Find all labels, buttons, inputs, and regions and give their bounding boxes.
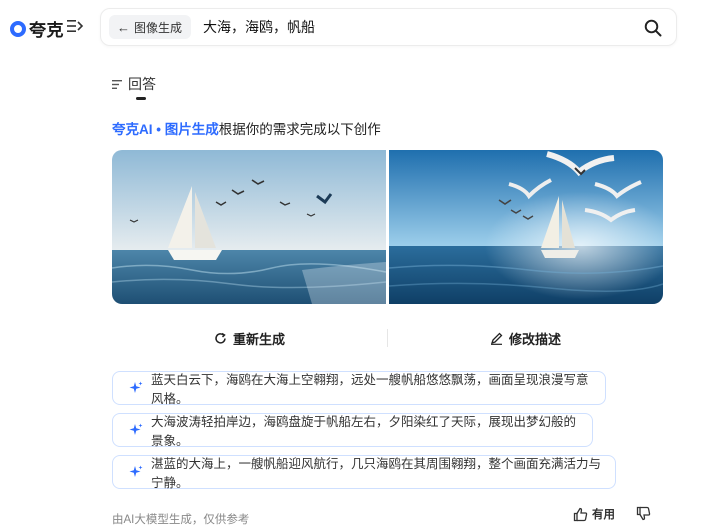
suggestion-text: 蓝天白云下，海鸥在大海上空翱翔，远处一艘帆船悠悠飘荡，画面呈现浪漫写意风格。: [151, 373, 589, 406]
intro-separator: •: [152, 122, 165, 137]
search-icon[interactable]: [644, 19, 662, 37]
image-actions: 重新生成 修改描述: [112, 321, 663, 355]
thumbs-down-icon: [636, 506, 651, 521]
search-bar[interactable]: ← 图像生成 大海，海鸥，帆船: [100, 8, 677, 46]
back-to-image-generation-button[interactable]: ← 图像生成: [109, 15, 192, 39]
sparkle-icon: [129, 381, 143, 393]
pencil-icon: [490, 332, 503, 345]
sparkle-icon: [129, 423, 143, 435]
sidebar-toggle-icon[interactable]: [67, 18, 85, 34]
list-icon: [112, 79, 122, 89]
ai-disclaimer: 由AI大模型生成，仅供参考: [112, 514, 250, 526]
intro-feature: 图片生成: [164, 122, 219, 137]
sparkle-icon: [129, 465, 143, 477]
edit-description-button[interactable]: 修改描述: [388, 321, 663, 355]
dislike-button[interactable]: [636, 506, 651, 521]
search-query-text[interactable]: 大海，海鸥，帆船: [203, 17, 315, 37]
like-button[interactable]: 有用: [573, 506, 615, 522]
tab-answer-label: 回答: [128, 76, 156, 92]
intro-brand: 夸克AI: [112, 122, 153, 137]
thumbs-up-icon: [573, 507, 588, 521]
intro-line: 夸克AI • 图片生成根据你的需求完成以下创作: [112, 118, 381, 138]
logo-text: 夸克: [29, 21, 64, 40]
regenerate-button[interactable]: 重新生成: [112, 321, 387, 355]
suggestion-item[interactable]: 大海波涛轻拍岸边，海鸥盘旋于帆船左右，夕阳染红了天际，展现出梦幻般的景象。: [112, 413, 593, 448]
tab-answer[interactable]: 回答: [112, 74, 156, 94]
suggestion-text: 大海波涛轻拍岸边，海鸥盘旋于帆船左右，夕阳染红了天际，展现出梦幻般的景象。: [151, 415, 577, 448]
refresh-icon: [215, 332, 226, 344]
regenerate-label: 重新生成: [232, 331, 285, 347]
suggestion-item[interactable]: 蓝天白云下，海鸥在大海上空翱翔，远处一艘帆船悠悠飘荡，画面呈现浪漫写意风格。: [112, 371, 606, 406]
like-label: 有用: [592, 509, 615, 521]
tab-active-indicator: [136, 97, 146, 100]
logo-mark-icon: [10, 20, 26, 37]
generated-image-1[interactable]: [112, 150, 386, 304]
back-chip-label: 图像生成: [134, 20, 183, 35]
edit-description-label: 修改描述: [508, 331, 561, 347]
intro-rest: 根据你的需求完成以下创作: [218, 122, 381, 137]
logo[interactable]: 夸克: [10, 16, 64, 41]
back-arrow-icon: ←: [117, 19, 130, 35]
suggestion-text: 湛蓝的大海上，一艘帆船迎风航行，几只海鸥在其周围翱翔，整个画面充满活力与宁静。: [151, 457, 602, 490]
suggestion-item[interactable]: 湛蓝的大海上，一艘帆船迎风航行，几只海鸥在其周围翱翔，整个画面充满活力与宁静。: [112, 455, 616, 490]
generated-image-2[interactable]: [389, 150, 663, 304]
